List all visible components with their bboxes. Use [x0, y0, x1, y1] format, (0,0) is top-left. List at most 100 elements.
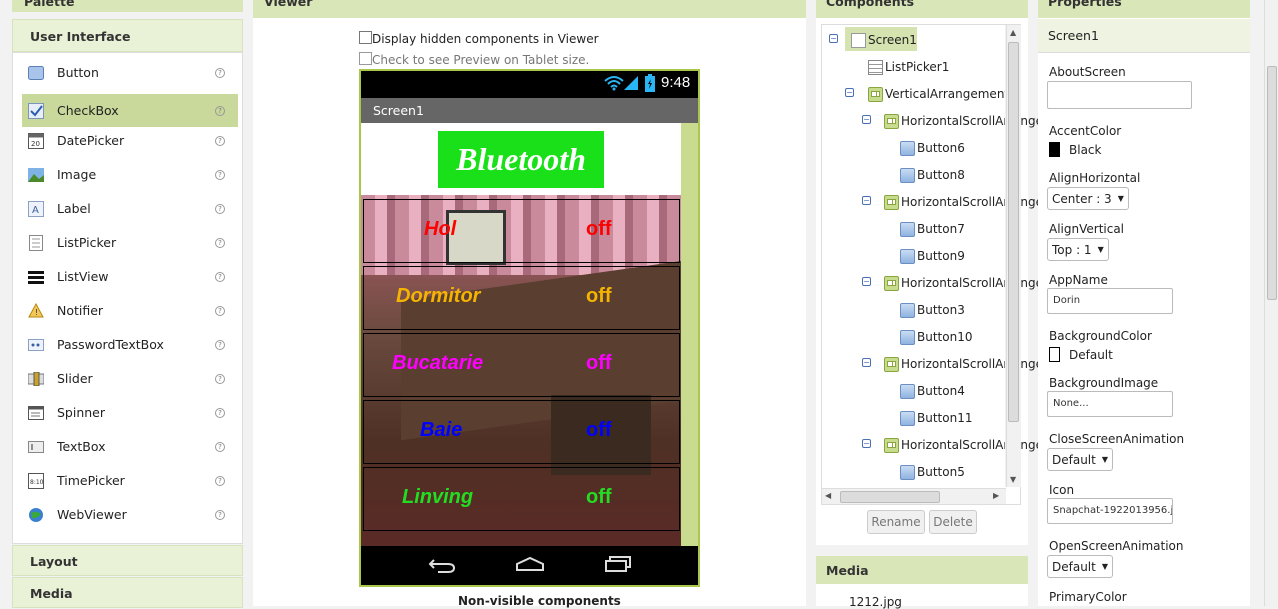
help-icon[interactable]: ? — [215, 271, 225, 282]
palette-item-image[interactable]: Image ? — [22, 158, 238, 191]
tree-vscrollbar[interactable]: ▲ ▼ — [1006, 25, 1020, 487]
scroll-right-icon[interactable]: ▶ — [993, 491, 999, 500]
help-icon[interactable]: ? — [215, 407, 225, 418]
row-linving[interactable]: Linving off — [363, 467, 680, 531]
image-icon — [28, 167, 44, 183]
help-icon[interactable]: ? — [215, 441, 225, 452]
help-icon[interactable]: ? — [215, 373, 225, 384]
tablet-preview-checkbox[interactable] — [359, 52, 372, 65]
background-image-input[interactable]: None... — [1047, 391, 1173, 417]
row-dormitor[interactable]: Dormitor off — [363, 266, 680, 330]
row-state[interactable]: off — [586, 419, 612, 442]
tree-button6[interactable]: Button6 — [900, 137, 965, 159]
row-baie[interactable]: Baie off — [363, 400, 680, 464]
help-icon[interactable]: ? — [215, 305, 225, 316]
properties-title: Properties — [1038, 0, 1250, 18]
palette-item-label[interactable]: A Label ? — [22, 192, 238, 225]
palette-item-datepicker[interactable]: 20 DatePicker ? — [22, 124, 238, 157]
page-scrollbar[interactable] — [1264, 0, 1278, 606]
palette-item-label: TextBox — [57, 439, 106, 454]
collapse-toggle-icon[interactable]: − — [862, 439, 871, 448]
help-icon[interactable]: ? — [215, 105, 225, 116]
palette-item-checkbox[interactable]: CheckBox ? — [22, 94, 238, 127]
tree-button7[interactable]: Button7 — [900, 218, 965, 240]
scroll-up-icon[interactable]: ▲ — [1010, 28, 1016, 37]
palette-category-layout[interactable]: Layout — [12, 545, 243, 576]
collapse-toggle-icon[interactable]: − — [862, 277, 871, 286]
palette-item-listpicker[interactable]: ListPicker ? — [22, 226, 238, 259]
rename-button[interactable]: Rename — [867, 510, 925, 534]
hidden-components-checkbox[interactable] — [359, 31, 372, 44]
tree-button5[interactable]: Button5 — [900, 461, 965, 483]
accent-color-value: Black — [1069, 142, 1102, 157]
collapse-toggle-icon[interactable]: − — [862, 115, 871, 124]
tree-listpicker1[interactable]: ListPicker1 — [868, 56, 949, 78]
help-icon[interactable]: ? — [215, 237, 225, 248]
tree-screen1[interactable]: Screen1 — [851, 29, 917, 51]
media-item[interactable]: 1212.jpg — [849, 595, 902, 609]
icon-input[interactable]: Snapchat-1922013956.jpg — [1047, 498, 1173, 524]
help-icon[interactable]: ? — [215, 67, 225, 78]
tree-hscroll-thumb[interactable] — [840, 491, 940, 503]
about-screen-textarea[interactable] — [1047, 81, 1192, 109]
palette-category-media[interactable]: Media — [12, 577, 243, 608]
help-icon[interactable]: ? — [215, 475, 225, 486]
row-hol[interactable]: Hol off — [363, 199, 680, 263]
tree-button10[interactable]: Button10 — [900, 326, 972, 348]
palette-item-button[interactable]: Button ? — [22, 56, 238, 89]
horizontal-scroll-icon — [884, 356, 899, 372]
palette-item-webviewer[interactable]: WebViewer ? — [22, 498, 238, 531]
collapse-toggle-icon[interactable]: − — [829, 34, 838, 43]
palette-item-timepicker[interactable]: 8:10 TimePicker ? — [22, 464, 238, 497]
bluetooth-button[interactable]: Bluetooth — [438, 131, 604, 188]
app-name-input[interactable]: Dorin — [1047, 288, 1173, 314]
palette-item-notifier[interactable]: ! Notifier ? — [22, 294, 238, 327]
scroll-left-icon[interactable]: ◀ — [825, 491, 831, 500]
collapse-toggle-icon[interactable]: − — [845, 88, 854, 97]
palette-category-user-interface[interactable]: User Interface — [12, 19, 243, 52]
recents-icon[interactable] — [604, 555, 632, 576]
row-state[interactable]: off — [586, 285, 612, 308]
palette-item-textbox[interactable]: TextBox ? — [22, 430, 238, 463]
background-color-picker[interactable]: Default — [1049, 347, 1113, 362]
tree-button4[interactable]: Button4 — [900, 380, 965, 402]
tree-button3[interactable]: Button3 — [900, 299, 965, 321]
primary-color-label: PrimaryColor — [1049, 590, 1127, 604]
palette-item-spinner[interactable]: Spinner ? — [22, 396, 238, 429]
palette-item-label: ListPicker — [57, 235, 117, 250]
button-icon — [900, 302, 915, 318]
row-bucatarie[interactable]: Bucatarie off — [363, 333, 680, 397]
align-vertical-select[interactable]: Top : 1 ▼ — [1047, 238, 1109, 261]
help-icon[interactable]: ? — [215, 339, 225, 350]
tree-button11[interactable]: Button11 — [900, 407, 972, 429]
align-horizontal-select[interactable]: Center : 3 ▼ — [1047, 187, 1129, 210]
help-icon[interactable]: ? — [215, 203, 225, 214]
page-scroll-thumb[interactable] — [1267, 66, 1277, 300]
listpicker-icon — [868, 59, 883, 75]
collapse-toggle-icon[interactable]: − — [862, 196, 871, 205]
close-animation-select[interactable]: Default ▼ — [1047, 448, 1114, 471]
help-icon[interactable]: ? — [215, 135, 225, 146]
scroll-down-icon[interactable]: ▼ — [1010, 475, 1016, 484]
collapse-toggle-icon[interactable]: − — [862, 358, 871, 367]
delete-button[interactable]: Delete — [929, 510, 977, 534]
tree-button8[interactable]: Button8 — [900, 164, 965, 186]
tree-verticalarrangement1[interactable]: VerticalArrangement1 — [868, 83, 1017, 105]
tree-button9[interactable]: Button9 — [900, 245, 965, 267]
help-icon[interactable]: ? — [215, 169, 225, 180]
help-icon[interactable]: ? — [215, 509, 225, 520]
back-icon[interactable] — [428, 557, 456, 576]
horizontal-scroll-icon — [884, 437, 899, 453]
tree-vscroll-thumb[interactable] — [1008, 42, 1019, 422]
properties-component-name: Screen1 — [1038, 19, 1250, 53]
accent-color-picker[interactable]: Black — [1049, 142, 1101, 157]
tree-hscrollbar[interactable]: ◀ ▶ — [822, 488, 1006, 504]
row-state[interactable]: off — [586, 486, 612, 509]
home-icon[interactable] — [515, 556, 545, 575]
palette-item-slider[interactable]: Slider ? — [22, 362, 238, 395]
palette-item-passwordtextbox[interactable]: PasswordTextBox ? — [22, 328, 238, 361]
palette-item-listview[interactable]: ListView ? — [22, 260, 238, 293]
row-state[interactable]: off — [586, 352, 612, 375]
row-state[interactable]: off — [586, 218, 612, 241]
open-animation-select[interactable]: Default ▼ — [1047, 555, 1114, 578]
